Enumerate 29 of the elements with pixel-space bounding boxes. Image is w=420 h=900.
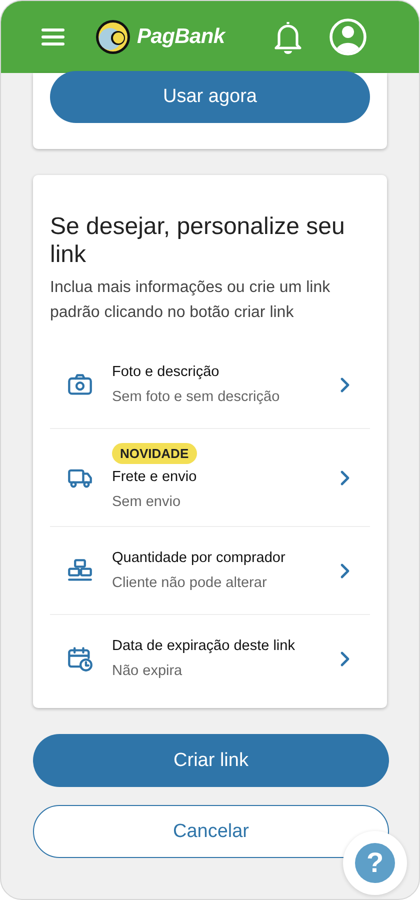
bell-icon[interactable] [273, 19, 303, 55]
option-row[interactable]: NOVIDADE Frete e envio Sem envio [50, 429, 370, 527]
profile-icon[interactable] [329, 18, 367, 56]
option-row[interactable]: Foto e descrição Sem foto e sem descrição [50, 341, 370, 429]
option-title: Frete e envio [112, 468, 198, 487]
chevron-right-icon [340, 650, 350, 666]
option-detail: Sem envio [112, 493, 182, 512]
option-row[interactable]: Data de expiração deste link Não expira [50, 615, 370, 702]
option-detail: Não expira [112, 662, 184, 681]
section-description: Inclua mais informações ou crie um link padrão clicando no botão criar link [50, 278, 332, 323]
section-title: Se desejar, personalize seu link [50, 213, 346, 269]
chevron-right-icon [340, 470, 350, 486]
option-title: Data de expiração deste link [112, 637, 296, 656]
use-now-button[interactable]: Usar agora [50, 71, 370, 123]
new-badge: NOVIDADE [112, 443, 197, 464]
menu-icon[interactable] [41, 27, 65, 47]
option-detail: Cliente não pode alterar [112, 574, 268, 593]
calendar-clock-icon [67, 646, 93, 672]
brand-name: PagBank [137, 25, 225, 49]
chevron-right-icon [340, 376, 350, 392]
boxes-icon [67, 558, 93, 584]
option-row[interactable]: Quantidade por comprador Cliente não pode alterar [50, 527, 370, 615]
camera-icon [67, 372, 93, 398]
option-detail: Sem foto e sem descrição [112, 388, 281, 407]
option-title: Foto e descrição [112, 363, 220, 382]
chevron-right-icon [340, 562, 350, 578]
logo-icon [95, 19, 131, 55]
option-title: Quantidade por comprador [112, 549, 286, 568]
create-link-button[interactable]: Criar link [33, 734, 389, 787]
